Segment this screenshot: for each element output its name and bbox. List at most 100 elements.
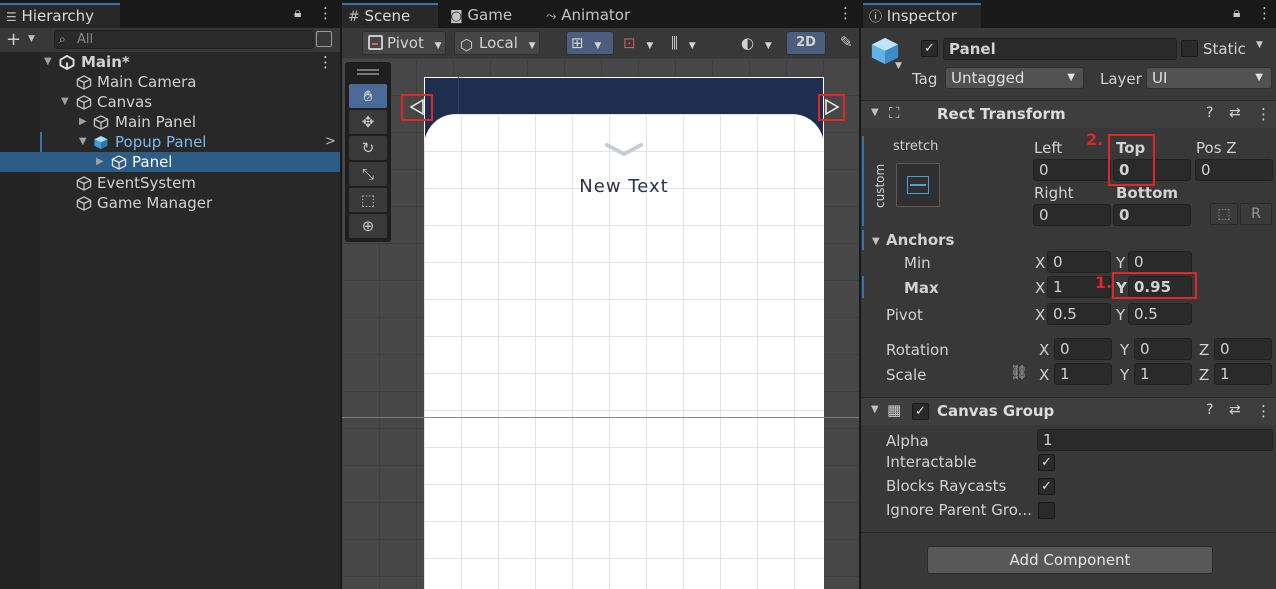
hierarchy-item-main-camera[interactable]: Main Camera (0, 72, 340, 92)
anchor-handle-right-icon[interactable] (822, 98, 840, 116)
expand-arrow-icon[interactable]: ▼ (61, 92, 73, 112)
help-icon[interactable]: ? (1206, 105, 1213, 121)
foldout-arrow-icon[interactable]: ▼ (871, 404, 879, 415)
add-component-button[interactable]: Add Component (927, 546, 1213, 574)
alpha-input[interactable]: 1 (1037, 429, 1273, 451)
hierarchy-item-eventsystem[interactable]: EventSystem (0, 173, 340, 193)
tab-game[interactable]: ◙ Game (444, 3, 518, 28)
hand-tool-button[interactable]: ✋︎ (349, 84, 387, 108)
collapse-arrow-icon[interactable]: ▶ (96, 152, 108, 172)
preset-icon[interactable]: ⇄ (1229, 402, 1241, 418)
pivot-icon (368, 35, 383, 50)
scale-x-input[interactable]: 1 (1054, 363, 1112, 385)
expand-arrow-icon[interactable]: ▼ (44, 52, 56, 72)
drag-handle[interactable] (357, 73, 379, 75)
grid-snap-toggle[interactable]: ⊞ ▼ (566, 31, 614, 55)
chevron-down-icon[interactable]: ▼ (28, 34, 35, 44)
right-input[interactable]: 0 (1033, 204, 1111, 226)
scale-label: Scale (886, 366, 927, 384)
canvas-group-header[interactable]: ▼ ▦ ✓ Canvas Group ? ⇄ ⋮ (861, 397, 1276, 425)
anchor-handle-left-icon[interactable] (409, 98, 427, 116)
chevron-down-icon[interactable]: ▼ (1256, 40, 1263, 50)
rect-transform-header[interactable]: ▼ ⛶ Rect Transform ? ⇄ ⋮ (861, 100, 1276, 128)
hierarchy-item-popup-panel[interactable]: ▼ Popup Panel > (0, 132, 340, 152)
hierarchy-item-canvas[interactable]: ▼ Canvas (0, 92, 340, 112)
rotation-z-input[interactable]: 0 (1214, 338, 1272, 360)
hierarchy-item-main-scene[interactable]: ▼ Main* ⋮ (0, 52, 340, 72)
min-x-input[interactable]: 0 (1047, 251, 1111, 273)
static-label: Static (1203, 40, 1246, 58)
tab-hierarchy[interactable]: ☰ Hierarchy (0, 3, 120, 28)
pivot-x-input[interactable]: 0.5 (1047, 303, 1111, 325)
tab-inspector[interactable]: ⓘ Inspector (863, 3, 981, 28)
bottom-input[interactable]: 0 (1113, 204, 1191, 226)
preset-icon[interactable]: ⇄ (1229, 105, 1241, 121)
rotate-tool-button[interactable]: ↻ (349, 136, 387, 160)
ruler-toggle[interactable]: ⫼ ▼ (666, 31, 710, 55)
lock-icon[interactable]: 🔒︎ (1233, 5, 1240, 21)
shading-mode-dropdown[interactable]: ◐ ▼ (736, 31, 780, 55)
layer-dropdown[interactable]: UI ▼ (1146, 67, 1272, 89)
scene-menu-icon[interactable]: ⋮ (318, 52, 333, 72)
annotation-step-1: 1. (1095, 273, 1113, 292)
rotation-y-input[interactable]: 0 (1134, 338, 1192, 360)
scale-y-input[interactable]: 1 (1134, 363, 1192, 385)
ignore-parent-groups-checkbox[interactable] (1038, 502, 1055, 519)
foldout-arrow-icon[interactable]: ▼ (871, 107, 879, 118)
component-menu-icon[interactable]: ⋮ (1256, 105, 1271, 123)
scale-z-input[interactable]: 1 (1214, 363, 1272, 385)
left-input[interactable]: 0 (1033, 159, 1111, 181)
add-icon[interactable]: + (6, 29, 21, 50)
scene-visibility-icon[interactable] (316, 31, 332, 47)
hierarchy-item-game-manager[interactable]: Game Manager (0, 193, 340, 213)
blueprint-mode-button[interactable]: ⬚ (1210, 203, 1238, 225)
lighting-icon[interactable]: ✎ (840, 33, 853, 51)
anchor-presets-button[interactable] (896, 163, 940, 207)
transform-tool-button[interactable]: ⊕ (349, 214, 387, 238)
canvas-group-enabled-checkbox[interactable]: ✓ (912, 403, 929, 420)
tab-animator[interactable]: ⤳ Animator (540, 3, 636, 28)
scene-menu-icon[interactable]: ⋮ (838, 4, 853, 22)
active-checkbox[interactable]: ✓ (921, 40, 938, 57)
collapse-arrow-icon[interactable]: ▶ (79, 112, 91, 132)
tag-dropdown[interactable]: Untagged ▼ (945, 67, 1084, 89)
move-tool-button[interactable]: ✥ (349, 110, 387, 134)
hierarchy-search-input[interactable]: ⌕ All (54, 30, 314, 49)
pivot-y-input[interactable]: 0.5 (1128, 303, 1192, 325)
chevron-down-icon[interactable]: ▼ (895, 61, 902, 71)
tab-inspector-label: Inspector (886, 7, 957, 25)
chevron-right-icon[interactable]: > (325, 132, 336, 152)
chevron-down-icon[interactable] (604, 142, 644, 158)
posz-input[interactable]: 0 (1195, 159, 1273, 181)
popup-panel-card[interactable]: New Text (424, 114, 824, 589)
2d-toggle[interactable]: 2D (786, 31, 826, 55)
foldout-arrow-icon[interactable]: ▼ (872, 236, 880, 247)
rotation-x-input[interactable]: 0 (1054, 338, 1112, 360)
help-icon[interactable]: ? (1206, 402, 1213, 418)
expand-arrow-icon[interactable]: ▼ (79, 132, 91, 152)
local-dropdown[interactable]: ⬡ Local ▼ (454, 31, 540, 55)
interactable-checkbox[interactable]: ✓ (1038, 454, 1055, 471)
static-checkbox[interactable] (1181, 40, 1198, 57)
drag-handle[interactable] (357, 69, 379, 71)
min-y-input[interactable]: 0 (1128, 251, 1192, 273)
rect-tool-button[interactable]: ⬚ (349, 188, 387, 212)
blocks-raycasts-label: Blocks Raycasts (886, 477, 1007, 495)
tab-scene[interactable]: # Scene (342, 3, 438, 28)
inspector-menu-icon[interactable]: ⋮ (1257, 4, 1272, 22)
pivot-dropdown[interactable]: Pivot ▼ (362, 31, 446, 55)
tab-game-label: Game (467, 6, 513, 24)
object-name-input[interactable]: Panel (943, 38, 1177, 60)
increment-snap-toggle[interactable]: ⊡ ▼ (618, 31, 660, 55)
hierarchy-menu-icon[interactable]: ⋮ (318, 4, 333, 22)
gameobject-cube-icon (93, 115, 109, 130)
hierarchy-item-main-panel[interactable]: ▶ Main Panel (0, 112, 340, 132)
raw-edit-button[interactable]: R (1240, 203, 1272, 225)
component-menu-icon[interactable]: ⋮ (1256, 402, 1271, 420)
blocks-raycasts-checkbox[interactable]: ✓ (1038, 478, 1055, 495)
canvas-text[interactable]: New Text (424, 176, 824, 197)
hierarchy-item-panel[interactable]: ▶ Panel (0, 152, 340, 172)
lock-icon[interactable]: 🔒︎ (294, 5, 301, 21)
scale-tool-button[interactable]: ⤡ (349, 162, 387, 186)
constrain-proportions-icon[interactable]: ⛓ (1010, 365, 1028, 381)
